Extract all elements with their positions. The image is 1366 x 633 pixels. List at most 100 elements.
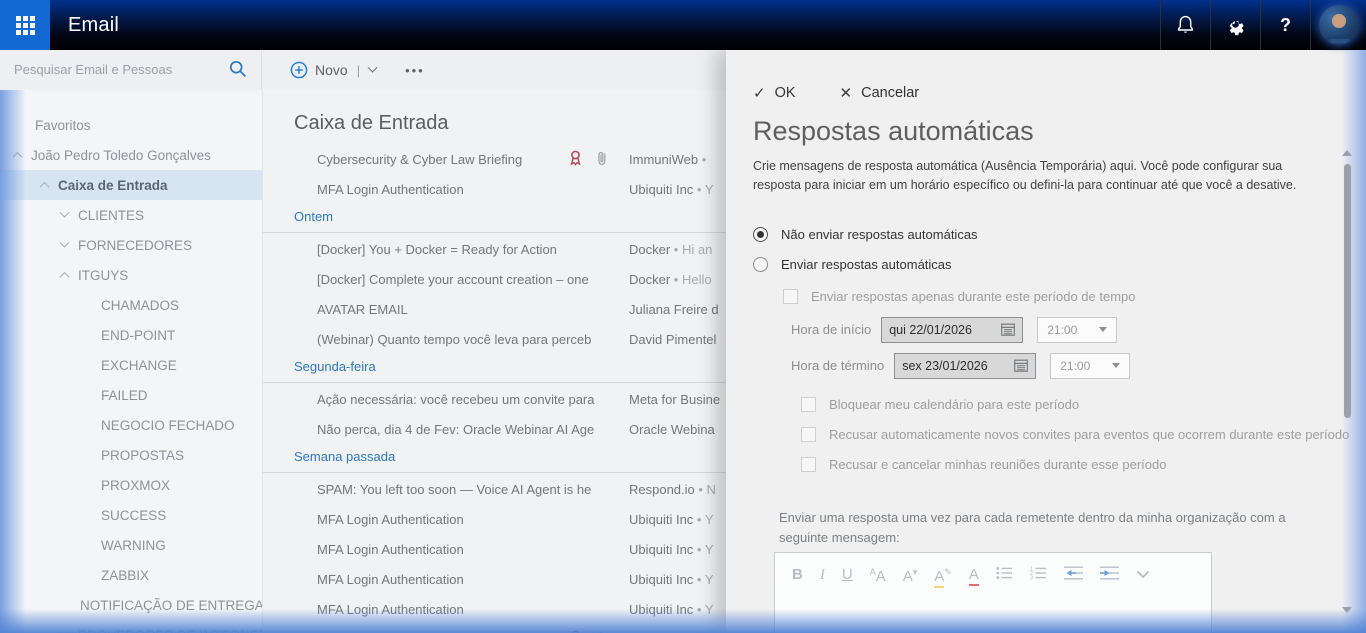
numbered-list-icon[interactable]: 123 bbox=[1030, 566, 1047, 584]
checkbox-row-recusar-e-cancelar-minhas-reunioes-duran[interactable]: Recusar e cancelar minhas reuniões duran… bbox=[801, 450, 1366, 480]
folder-label: SUCCESS bbox=[101, 508, 166, 523]
folder-label: FAILED bbox=[101, 388, 148, 403]
email-row[interactable]: Cybersecurity & Cyber Law BriefingImmuni… bbox=[263, 145, 726, 175]
email-row[interactable]: Cybersecurity & Cyber Law BriefingImmuni… bbox=[263, 625, 726, 633]
email-row[interactable]: SPAM: You left too soon — Voice AI Agent… bbox=[263, 475, 726, 505]
sidebar-item-notificacao-de-entrega[interactable]: NOTIFICAÇÃO DE ENTREGA bbox=[0, 590, 262, 620]
sidebar-item-itguys[interactable]: ITGUYS bbox=[0, 260, 262, 290]
period-checkbox-row[interactable]: Enviar respostas apenas durante este per… bbox=[783, 282, 1366, 312]
email-sender: ImmuniWeb • bbox=[629, 625, 726, 633]
new-button[interactable]: Novo bbox=[315, 62, 348, 78]
email-row[interactable]: MFA Login AuthenticationUbiquiti Inc • Y bbox=[263, 175, 726, 205]
sidebar-item-propostas[interactable]: PROPOSTAS bbox=[0, 440, 262, 470]
email-row[interactable]: AVATAR EMAILJuliana Freire d bbox=[263, 295, 726, 325]
email-subject: Não perca, dia 4 de Fev: Oracle Webinar … bbox=[317, 415, 605, 445]
indent-icon[interactable] bbox=[1100, 566, 1119, 584]
email-row[interactable]: (Webinar) Quanto tempo você leva para pe… bbox=[263, 325, 726, 355]
bold-icon[interactable]: B bbox=[792, 567, 803, 583]
settings-button[interactable] bbox=[1210, 0, 1260, 50]
folder-label: CLIENTES bbox=[78, 208, 144, 223]
sidebar-item-end-point[interactable]: END-POINT bbox=[0, 320, 262, 350]
chevron-down-icon[interactable] bbox=[60, 237, 70, 247]
email-row[interactable]: [Docker] Complete your account creation … bbox=[263, 265, 726, 295]
reply-message-editor[interactable]: B I U AA A▾ A✎ A 123 bbox=[774, 552, 1212, 633]
sidebar-item-fornecedores[interactable]: FORNECEDORES bbox=[0, 230, 262, 260]
email-sender: Oracle Webina bbox=[629, 415, 726, 445]
outdent-icon[interactable] bbox=[1064, 566, 1083, 584]
folder-label: PROPOSTAS bbox=[101, 448, 184, 463]
email-row[interactable]: MFA Login AuthenticationUbiquiti Inc • Y bbox=[263, 565, 726, 595]
checkbox[interactable] bbox=[801, 397, 816, 412]
highlight-icon[interactable]: A✎ bbox=[934, 564, 952, 585]
sidebar-item-clientes[interactable]: CLIENTES bbox=[0, 200, 262, 230]
notifications-button[interactable] bbox=[1160, 0, 1210, 50]
email-row[interactable]: Não perca, dia 4 de Fev: Oracle Webinar … bbox=[263, 415, 726, 445]
sidebar-item-success[interactable]: SUCCESS bbox=[0, 500, 262, 530]
scrollbar-thumb[interactable] bbox=[1344, 164, 1351, 418]
sidebar-item-caixa-de-entrada[interactable]: Caixa de Entrada bbox=[0, 170, 262, 200]
period-checkbox[interactable] bbox=[783, 289, 798, 304]
email-row[interactable]: MFA Login AuthenticationUbiquiti Inc • Y bbox=[263, 535, 726, 565]
email-row[interactable]: MFA Login AuthenticationUbiquiti Inc • Y bbox=[263, 595, 726, 625]
end-date-value: sex 23/01/2026 bbox=[902, 359, 1014, 373]
email-row[interactable]: MFA Login AuthenticationUbiquiti Inc • Y bbox=[263, 505, 726, 535]
email-row[interactable]: [Docker] You + Docker = Ready for Action… bbox=[263, 235, 726, 265]
bullet-list-icon[interactable] bbox=[996, 566, 1013, 584]
chevron-down-icon[interactable] bbox=[60, 627, 70, 633]
cancel-button[interactable]: ✕ Cancelar bbox=[840, 84, 920, 102]
editor-toolbar: B I U AA A▾ A✎ A 123 bbox=[775, 553, 1211, 594]
font-name-icon[interactable]: AA bbox=[870, 564, 886, 585]
new-dropdown-chevron-icon[interactable] bbox=[368, 62, 378, 72]
radio-selected-icon[interactable] bbox=[753, 227, 768, 242]
calendar-icon[interactable] bbox=[1001, 323, 1015, 336]
dropdown-caret-icon bbox=[1112, 363, 1120, 368]
email-row[interactable]: Ação necessária: você recebeu um convite… bbox=[263, 385, 726, 415]
sidebar-item-zabbix[interactable]: ZABBIX bbox=[0, 560, 262, 590]
app-launcher-button[interactable] bbox=[0, 0, 50, 50]
chevron-up-icon[interactable] bbox=[40, 181, 50, 191]
command-bar: Pesquisar Email e Pessoas Novo | ••• bbox=[0, 50, 726, 90]
ok-button[interactable]: ✓ OK bbox=[753, 84, 796, 102]
underline-icon[interactable]: U bbox=[842, 567, 853, 583]
ribbon-icon bbox=[569, 630, 582, 633]
sidebar-item-failed[interactable]: FAILED bbox=[0, 380, 262, 410]
calendar-icon[interactable] bbox=[1014, 359, 1028, 372]
checkbox-row-recusar-automaticamente-novos-convites-p[interactable]: Recusar automaticamente novos convites p… bbox=[801, 420, 1366, 450]
section-header-semana-passada: Semana passada bbox=[263, 445, 726, 473]
sidebar-item-chamados[interactable]: CHAMADOS bbox=[0, 290, 262, 320]
scrollbar-up-arrow[interactable] bbox=[1342, 150, 1352, 156]
radio-label: Não enviar respostas automáticas bbox=[781, 227, 978, 242]
sidebar-item-proxmox[interactable]: PROXMOX bbox=[0, 470, 262, 500]
sidebar-item-warning[interactable]: WARNING bbox=[0, 530, 262, 560]
chevron-up-icon[interactable] bbox=[13, 151, 23, 161]
checkbox-row-bloquear-meu-calendario-para-este-period[interactable]: Bloquear meu calendário para este períod… bbox=[801, 390, 1366, 420]
more-formatting-icon[interactable] bbox=[1136, 567, 1150, 583]
sender-name: Docker bbox=[629, 272, 670, 287]
search-input[interactable]: Pesquisar Email e Pessoas bbox=[0, 50, 262, 90]
start-date-field[interactable]: qui 22/01/2026 bbox=[881, 317, 1023, 343]
search-icon[interactable] bbox=[229, 60, 247, 78]
checkbox[interactable] bbox=[801, 457, 816, 472]
checkbox[interactable] bbox=[801, 427, 816, 442]
end-time-dropdown[interactable]: 21:00 bbox=[1050, 353, 1130, 379]
chevron-down-icon[interactable] bbox=[60, 207, 70, 217]
scrollbar-down-arrow[interactable] bbox=[1342, 607, 1352, 613]
more-commands-button[interactable]: ••• bbox=[405, 63, 425, 78]
end-date-field[interactable]: sex 23/01/2026 bbox=[894, 353, 1036, 379]
sidebar-item-joao-pedro-toledo-goncalves[interactable]: João Pedro Toledo Gonçalves bbox=[0, 140, 262, 170]
sidebar-item-negocio-fechado[interactable]: NEGOCIO FECHADO bbox=[0, 410, 262, 440]
help-button[interactable]: ? bbox=[1260, 0, 1310, 50]
user-avatar[interactable] bbox=[1319, 5, 1359, 45]
font-size-icon[interactable]: A▾ bbox=[903, 564, 918, 585]
radio-unselected-icon[interactable] bbox=[753, 257, 768, 272]
font-color-icon[interactable]: A bbox=[969, 567, 979, 583]
italic-icon[interactable]: I bbox=[820, 567, 825, 583]
radio-option-enviar-respostas-automaticas[interactable]: Enviar respostas automáticas bbox=[753, 250, 1366, 280]
sidebar-item-favoritos[interactable]: Favoritos bbox=[0, 110, 262, 140]
sidebar-item-exchange[interactable]: EXCHANGE bbox=[0, 350, 262, 380]
sidebar-item-provedores-de-internet[interactable]: PROVEDORES DE INTERNET bbox=[0, 620, 262, 633]
chevron-up-icon[interactable] bbox=[60, 271, 70, 281]
radio-option-nao-enviar-respostas-automaticas[interactable]: Não enviar respostas automáticas bbox=[753, 220, 1366, 250]
sender-name: Ubiquiti Inc bbox=[629, 602, 693, 617]
start-time-dropdown[interactable]: 21:00 bbox=[1037, 317, 1117, 343]
